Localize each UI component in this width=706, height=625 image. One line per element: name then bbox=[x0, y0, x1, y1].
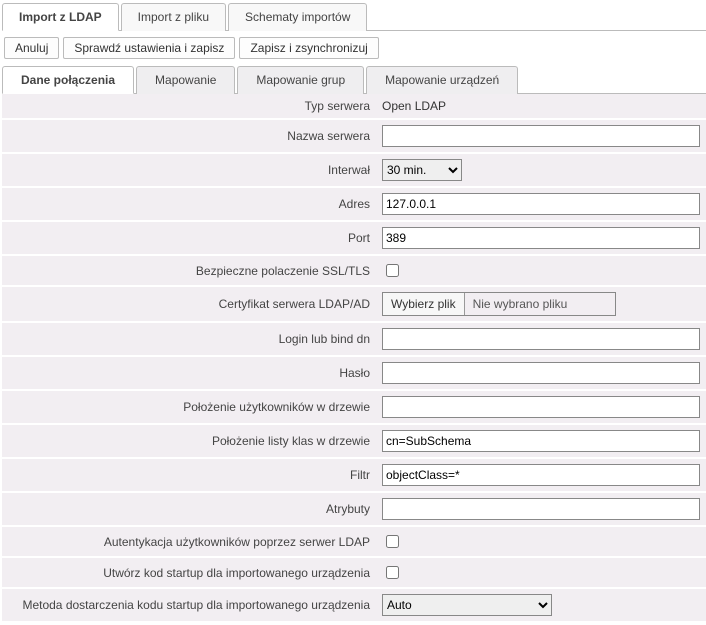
label-login: Login lub bind dn bbox=[2, 322, 376, 356]
cert-file-picker[interactable]: Wybierz plik Nie wybrano pliku bbox=[382, 292, 616, 316]
main-tabs: Import z LDAP Import z pliku Schematy im… bbox=[2, 2, 706, 31]
tab-mapping[interactable]: Mapowanie bbox=[136, 66, 235, 94]
cancel-button[interactable]: Anuluj bbox=[4, 37, 59, 59]
interval-select[interactable]: 30 min. bbox=[382, 159, 462, 181]
label-delivery-method: Metoda dostarczenia kodu startup dla imp… bbox=[2, 588, 376, 622]
auth-ldap-checkbox[interactable] bbox=[386, 535, 399, 548]
server-name-field[interactable] bbox=[382, 125, 700, 147]
label-address: Adres bbox=[2, 187, 376, 221]
attributes-field[interactable] bbox=[382, 498, 700, 520]
save-and-sync-button[interactable]: Zapisz i zsynchronizuj bbox=[239, 37, 378, 59]
check-and-save-button[interactable]: Sprawdź ustawienia i zapisz bbox=[63, 37, 235, 59]
port-field[interactable] bbox=[382, 227, 700, 249]
password-field[interactable] bbox=[382, 362, 700, 384]
inner-tabs: Dane połączenia Mapowanie Mapowanie grup… bbox=[2, 65, 706, 94]
label-server-name: Nazwa serwera bbox=[2, 119, 376, 153]
tab-import-file[interactable]: Import z pliku bbox=[121, 3, 226, 31]
label-password: Hasło bbox=[2, 356, 376, 390]
label-auth-ldap: Autentykacja użytkowników poprzez serwer… bbox=[2, 526, 376, 557]
label-attributes: Atrybuty bbox=[2, 492, 376, 526]
create-startup-checkbox[interactable] bbox=[386, 566, 399, 579]
address-field[interactable] bbox=[382, 193, 700, 215]
label-classes-position: Położenie listy klas w drzewie bbox=[2, 424, 376, 458]
delivery-method-select[interactable]: Auto bbox=[382, 594, 552, 616]
action-buttons: Anuluj Sprawdź ustawienia i zapisz Zapis… bbox=[2, 31, 706, 65]
value-server-type: Open LDAP bbox=[382, 99, 446, 113]
tab-device-mapping[interactable]: Mapowanie urządzeń bbox=[366, 66, 518, 94]
login-field[interactable] bbox=[382, 328, 700, 350]
label-filter: Filtr bbox=[2, 458, 376, 492]
label-users-position: Położenie użytkowników w drzewie bbox=[2, 390, 376, 424]
tab-import-schemas[interactable]: Schematy importów bbox=[228, 3, 367, 31]
label-server-type: Typ serwera bbox=[2, 94, 376, 119]
tab-group-mapping[interactable]: Mapowanie grup bbox=[237, 66, 364, 94]
users-position-field[interactable] bbox=[382, 396, 700, 418]
file-choose-button[interactable]: Wybierz plik bbox=[383, 293, 465, 315]
tab-import-ldap[interactable]: Import z LDAP bbox=[2, 3, 119, 31]
ssl-checkbox[interactable] bbox=[386, 264, 399, 277]
classes-position-field[interactable] bbox=[382, 430, 700, 452]
connection-form: Typ serwera Open LDAP Nazwa serwera Inte… bbox=[2, 94, 706, 623]
label-cert: Certyfikat serwera LDAP/AD bbox=[2, 286, 376, 322]
file-status-text: Nie wybrano pliku bbox=[465, 293, 576, 315]
label-interval: Interwał bbox=[2, 153, 376, 187]
tab-connection-data[interactable]: Dane połączenia bbox=[2, 66, 134, 94]
label-ssl: Bezpieczne polaczenie SSL/TLS bbox=[2, 255, 376, 286]
label-port: Port bbox=[2, 221, 376, 255]
filter-field[interactable] bbox=[382, 464, 700, 486]
label-create-startup: Utwórz kod startup dla importowanego urz… bbox=[2, 557, 376, 588]
